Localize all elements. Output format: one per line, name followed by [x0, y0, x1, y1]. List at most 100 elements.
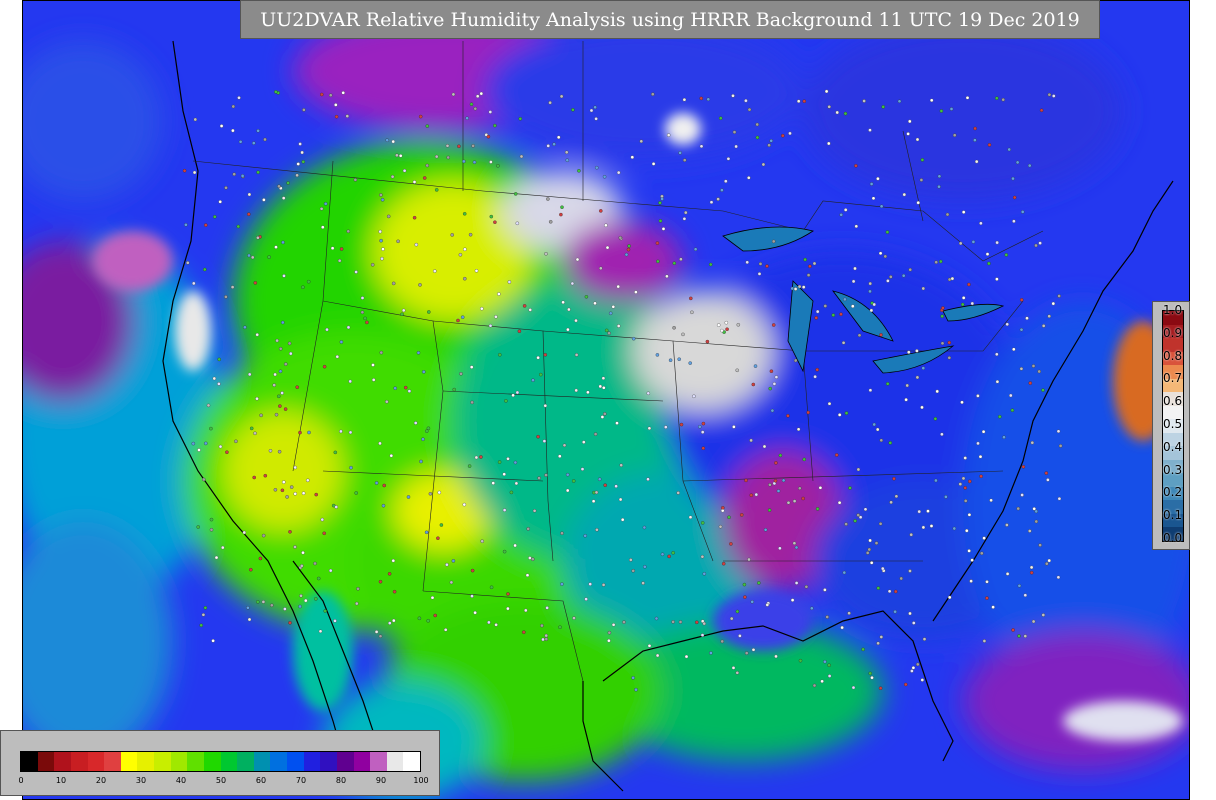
observation-dot [750, 600, 754, 604]
observation-dot [333, 450, 338, 455]
observation-dot [559, 212, 563, 217]
observation-dot [658, 201, 662, 205]
observation-dot [209, 517, 214, 522]
observation-dot [330, 246, 335, 250]
observation-dot [979, 221, 983, 226]
observation-dot [700, 554, 705, 559]
observation-dot [919, 178, 924, 182]
observation-dot [374, 630, 379, 634]
observation-dot [908, 611, 912, 616]
observation-dot [387, 572, 392, 576]
observation-dot [672, 261, 677, 265]
observation-dot [462, 159, 466, 164]
observation-dot [314, 492, 318, 497]
observation-dot [202, 477, 206, 482]
observation-dot [1045, 561, 1049, 566]
observation-dot [654, 616, 659, 621]
observation-dot [427, 310, 431, 314]
observation-dot [851, 279, 856, 284]
observation-dot [1028, 529, 1032, 533]
observation-dot [726, 157, 731, 161]
observation-dot [735, 609, 740, 614]
observation-dot [298, 430, 302, 435]
observation-dot [306, 478, 310, 483]
observation-dot [489, 585, 494, 590]
observation-dot [813, 374, 817, 379]
observation-dot [643, 565, 647, 569]
observation-dot [217, 357, 221, 362]
observation-dot [316, 576, 321, 581]
observation-dot [285, 495, 289, 499]
observation-dot [1023, 634, 1028, 638]
observation-dot [469, 102, 474, 106]
observation-dot [995, 352, 999, 357]
observation-dot [960, 302, 965, 307]
observation-dot [599, 209, 603, 213]
observation-dot [436, 536, 440, 540]
observation-dot [937, 184, 941, 189]
observation-dot [901, 273, 906, 278]
observation-dot [627, 244, 631, 248]
observation-dot [678, 151, 682, 155]
observation-dot [744, 651, 749, 655]
observation-dot [982, 639, 987, 643]
observation-dot [786, 414, 790, 418]
observation-dot [897, 99, 902, 104]
observation-dot [749, 493, 754, 497]
observation-dot [595, 165, 599, 170]
observation-dot [249, 567, 253, 572]
observation-dot [298, 604, 302, 609]
observation-dot [354, 491, 358, 495]
observation-dot [618, 497, 623, 502]
observation-dot [958, 482, 963, 486]
observation-dot [767, 508, 772, 512]
observation-dot [252, 141, 256, 145]
observation-dot [382, 483, 386, 488]
observation-dot [422, 176, 427, 180]
observation-dot [263, 137, 267, 142]
observation-dot [391, 281, 396, 286]
observation-dot [542, 439, 547, 443]
observation-dot [757, 272, 762, 276]
observation-dot [998, 414, 1002, 419]
observation-dot [735, 368, 739, 373]
observation-dot [283, 607, 287, 611]
observation-dot [513, 460, 518, 465]
observation-dot [765, 264, 769, 268]
colorbar-tick-label: 50 [215, 776, 227, 785]
observation-dot [960, 400, 964, 405]
observation-dot [747, 557, 751, 562]
observation-dot [214, 555, 219, 560]
observation-dot [206, 403, 211, 408]
observation-dot [281, 240, 285, 245]
observation-dot [334, 103, 338, 107]
observation-dot [334, 114, 339, 119]
observation-dot [496, 164, 500, 168]
observation-dot [1020, 493, 1024, 497]
rh-field-map [23, 1, 1189, 799]
observation-dot [641, 581, 645, 585]
colorbar-segment [320, 752, 337, 771]
observation-dot [665, 274, 669, 279]
colorbar-segment [237, 752, 254, 771]
observation-dot [365, 320, 369, 325]
observation-dot [544, 252, 548, 256]
observation-dot [887, 589, 892, 594]
observation-dot [600, 415, 605, 419]
observation-dot [518, 117, 523, 121]
observation-dot [537, 476, 541, 480]
observation-dot [664, 425, 668, 429]
observation-dot [546, 197, 550, 201]
observation-dot [458, 253, 463, 257]
observation-dot [721, 561, 726, 566]
observation-dot [768, 386, 772, 391]
observation-dot [572, 616, 576, 620]
observation-dot [651, 92, 655, 96]
observation-dot [295, 385, 299, 389]
observation-dot [915, 137, 920, 142]
observation-dot [203, 606, 208, 610]
observation-dot [619, 463, 623, 467]
observation-dot [825, 615, 829, 619]
observation-dot [615, 421, 619, 425]
observation-dot [247, 212, 251, 216]
